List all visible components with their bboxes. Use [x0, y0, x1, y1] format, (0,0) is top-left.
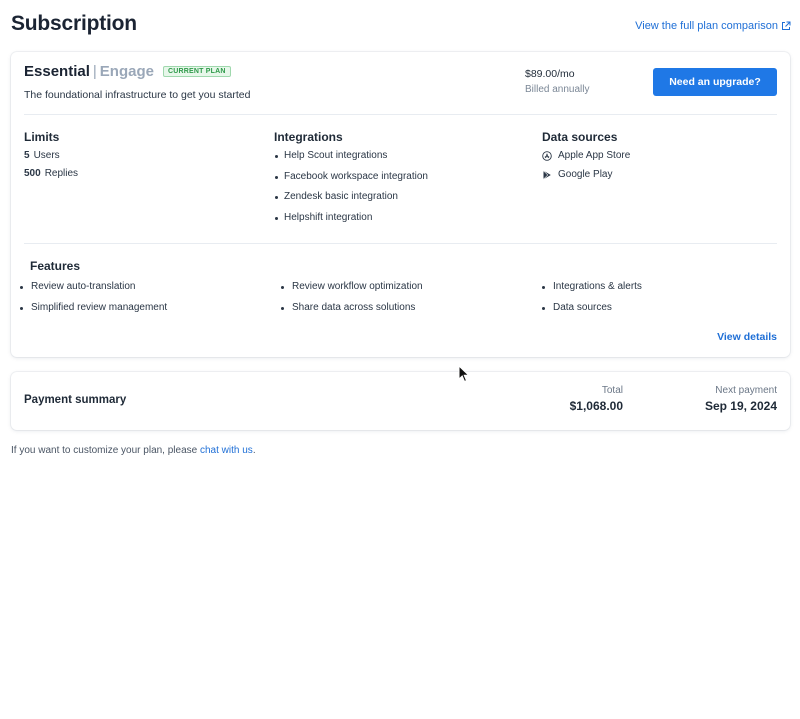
total-label: Total: [601, 385, 623, 396]
plan-card: Essential | Engage CURRENT PLAN The foun…: [11, 52, 790, 357]
data-sources-heading: Data sources: [542, 130, 618, 144]
mouse-cursor-icon: [458, 365, 470, 383]
plan-comparison-link-label: View the full plan comparison: [635, 20, 778, 32]
payment-summary-title: Payment summary: [24, 394, 127, 406]
customize-plan-note: If you want to customize your plan, plea…: [11, 445, 256, 456]
plan-name: Essential: [24, 63, 90, 80]
feature-item: Review auto-translation: [11, 281, 167, 302]
payment-summary-card: Payment summary Total $1,068.00 Next pay…: [11, 372, 790, 430]
data-source-label: Google Play: [558, 168, 613, 180]
next-payment: Next payment Sep 19, 2024: [705, 385, 777, 413]
current-plan-badge: CURRENT PLAN: [162, 66, 231, 77]
limits-heading: Limits: [24, 130, 60, 144]
limit-count: 500: [24, 168, 41, 179]
limit-users: 5 Users: [24, 150, 78, 168]
plan-product: Engage: [99, 63, 154, 80]
footer-text: If you want to customize your plan, plea…: [11, 445, 200, 456]
data-sources-section: Data sources Apple App Store Google Play: [542, 130, 630, 187]
divider: [24, 243, 777, 244]
external-link-icon: [782, 21, 791, 30]
limits-section: Limits 5 Users 500 Replies: [24, 130, 78, 186]
billing-period: Billed annually: [525, 84, 590, 95]
feature-item: Share data across solutions: [272, 302, 423, 323]
list-item: Helpshift integration: [274, 212, 428, 233]
plan-price: $89.00/mo: [525, 68, 575, 80]
data-source-google: Google Play: [542, 169, 630, 188]
list-item: Zendesk basic integration: [274, 191, 428, 212]
limit-count: 5: [24, 150, 30, 161]
limit-label: Users: [33, 150, 60, 161]
list-item: Help Scout integrations: [274, 150, 428, 171]
view-details-link[interactable]: View details: [717, 331, 777, 343]
integrations-section: Integrations Help Scout integrations Fac…: [274, 130, 428, 232]
limit-label: Replies: [44, 168, 79, 179]
feature-item: Simplified review management: [11, 302, 167, 323]
footer-suffix: .: [252, 445, 256, 456]
payment-total: Total $1,068.00: [570, 385, 623, 413]
plan-title: Essential | Engage CURRENT PLAN: [24, 63, 231, 80]
total-value: $1,068.00: [569, 399, 623, 413]
divider: [24, 114, 777, 115]
next-payment-date: Sep 19, 2024: [704, 399, 777, 413]
upgrade-button[interactable]: Need an upgrade?: [653, 68, 777, 96]
google-play-icon: [543, 170, 551, 179]
integrations-heading: Integrations: [274, 130, 343, 144]
plan-description: The foundational infrastructure to get y…: [24, 89, 251, 101]
next-payment-label: Next payment: [715, 385, 777, 396]
limit-replies: 500 Replies: [24, 168, 78, 186]
chat-with-us-link[interactable]: chat with us: [200, 445, 253, 456]
features-column: Review workflow optimization Share data …: [272, 281, 423, 322]
feature-item: Data sources: [533, 302, 642, 323]
data-source-label: Apple App Store: [558, 150, 631, 161]
list-item: Facebook workspace integration: [274, 171, 428, 192]
features-heading: Features: [30, 259, 81, 273]
data-source-apple: Apple App Store: [542, 150, 630, 169]
features-column: Review auto-translation Simplified revie…: [11, 281, 167, 322]
features-column: Integrations & alerts Data sources: [533, 281, 642, 322]
page-header: Subscription View the full plan comparis…: [11, 12, 791, 40]
app-store-icon: [542, 151, 552, 161]
plan-separator: |: [92, 63, 97, 80]
feature-item: Review workflow optimization: [272, 281, 423, 302]
integrations-list: Help Scout integrations Facebook workspa…: [274, 150, 428, 232]
plan-comparison-link[interactable]: View the full plan comparison: [635, 20, 791, 32]
feature-item: Integrations & alerts: [533, 281, 642, 302]
